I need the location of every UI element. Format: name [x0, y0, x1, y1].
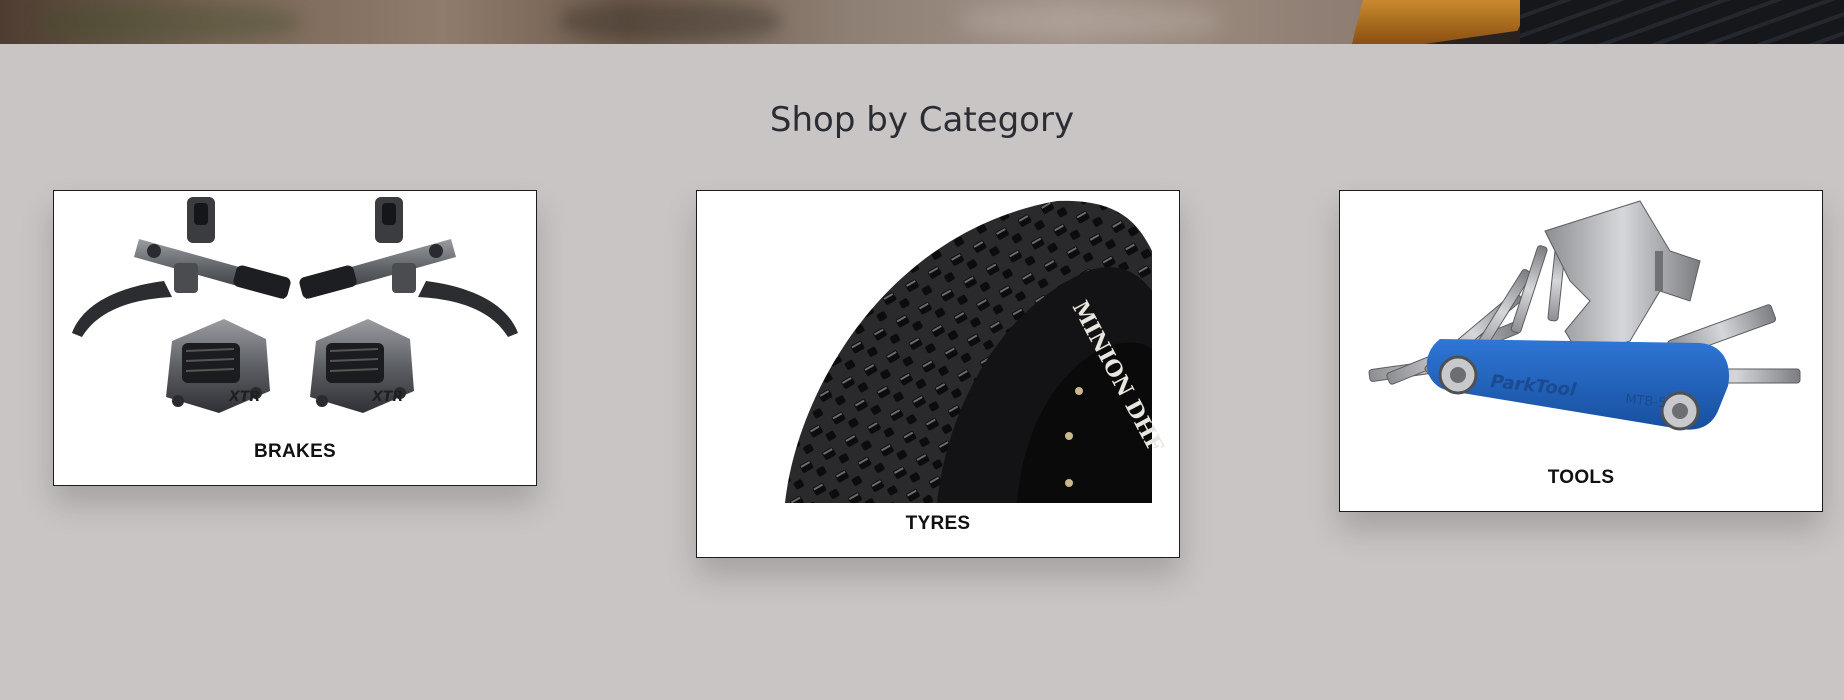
category-card-tools[interactable]: ParkTool MTB-5 TOOLS [1339, 190, 1823, 512]
section-title: Shop by Category [769, 100, 1075, 140]
svg-text:XTR: XTR [371, 389, 403, 405]
svg-text:XTR: XTR [228, 389, 260, 405]
tyre-image: MINION DHF [697, 191, 1179, 503]
category-label-tyres: TYRES [905, 513, 971, 534]
category-card-tyres[interactable]: MINION DHF TYRES [696, 190, 1180, 558]
category-label-tools: TOOLS [1547, 467, 1615, 488]
brakes-image: XTR XTR [54, 191, 536, 431]
hero-banner-image [0, 0, 1844, 44]
multitool-image: ParkTool MTB-5 [1340, 191, 1822, 457]
category-card-brakes[interactable]: XTR XTR BRAKES [53, 190, 537, 486]
category-label-brakes: BRAKES [253, 441, 337, 462]
